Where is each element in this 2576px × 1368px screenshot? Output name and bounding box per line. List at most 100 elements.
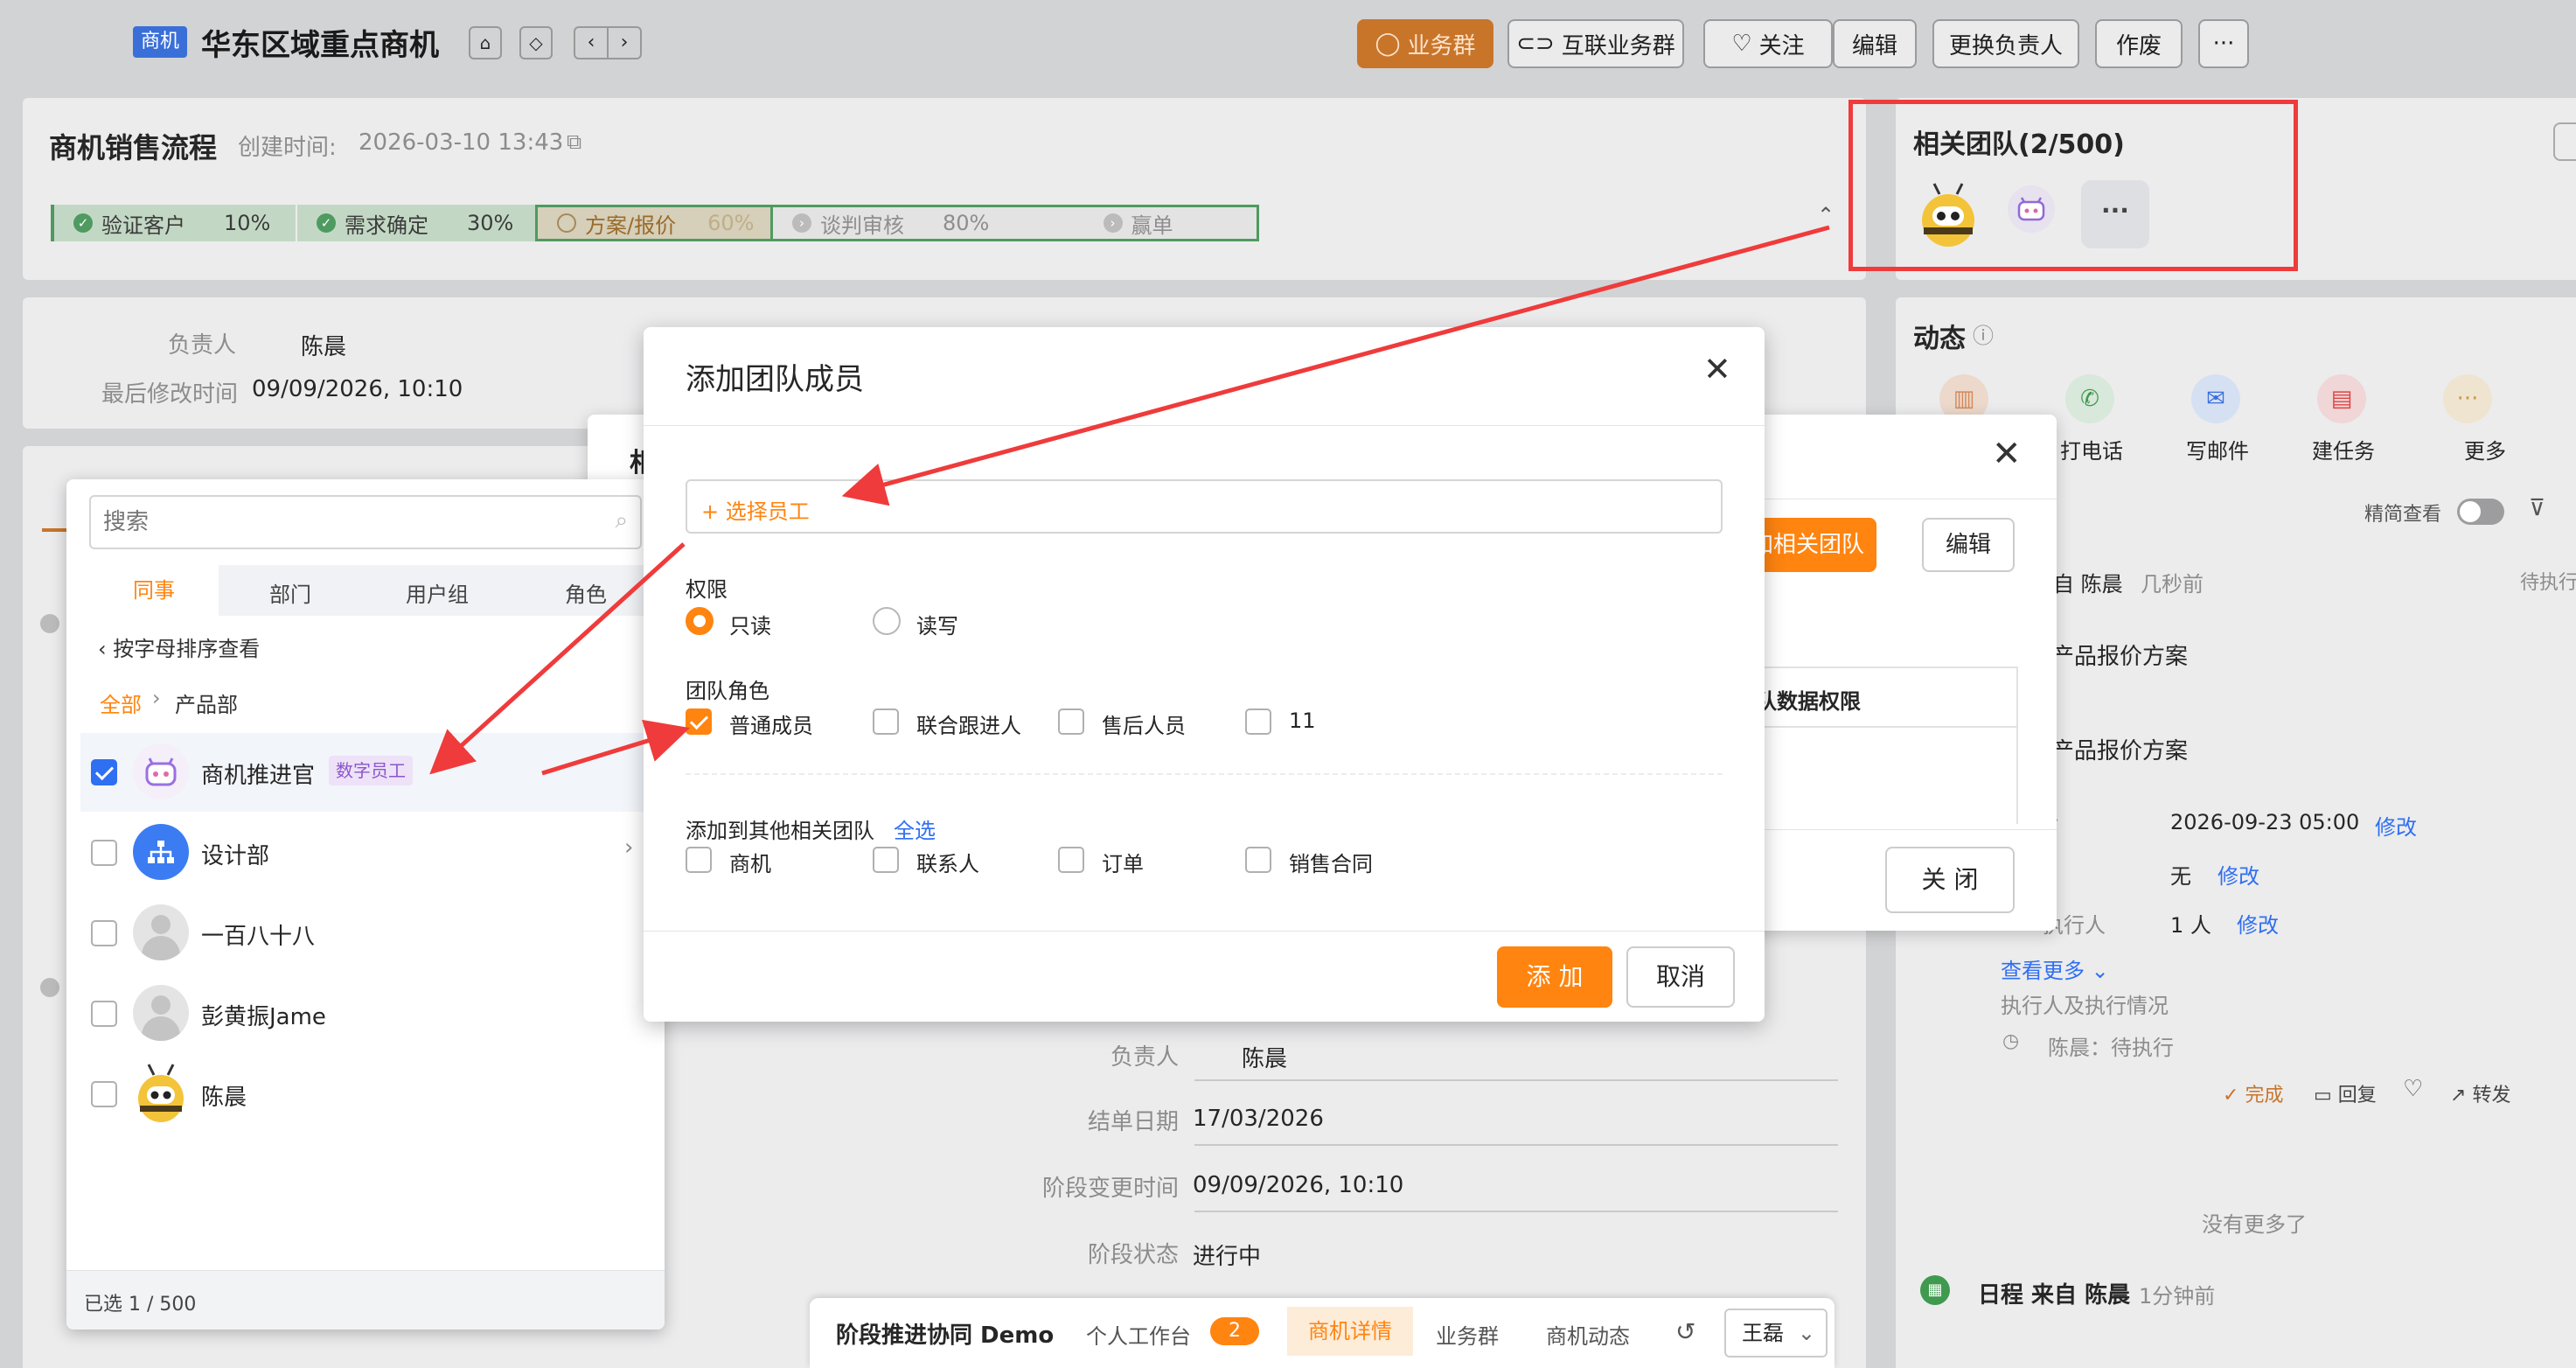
- chevron-left-icon: ‹: [98, 637, 114, 661]
- refresh-icon[interactable]: ↺: [1675, 1317, 1695, 1346]
- tab-roles[interactable]: 角色: [565, 577, 607, 608]
- role-11-checkbox[interactable]: [1245, 708, 1271, 735]
- member-checkbox[interactable]: [91, 920, 117, 946]
- perm-readonly-radio[interactable]: [686, 607, 714, 635]
- forward-button[interactable]: ↗ 转发: [2450, 1079, 2510, 1107]
- list-item[interactable]: 彭黄振Jame: [80, 974, 651, 1053]
- filter-icon[interactable]: ⊽: [2529, 495, 2545, 521]
- more-action-label[interactable]: 更多: [2464, 434, 2506, 464]
- department-icon: [133, 824, 189, 880]
- done-button[interactable]: ✓ 完成: [2223, 1079, 2283, 1107]
- list-item[interactable]: 设计部 ›: [80, 813, 651, 892]
- select-employee-button[interactable]: + 选择员工: [701, 494, 810, 525]
- stage-2[interactable]: ✓ 需求确定 30%: [297, 205, 535, 241]
- add-button[interactable]: 添 加: [1497, 946, 1612, 1008]
- breadcrumb-all[interactable]: 全部: [100, 687, 142, 718]
- stage-1[interactable]: ✓ 验证客户 10%: [51, 205, 296, 241]
- exec-status-label: 执行人及执行情况: [2001, 994, 2169, 1018]
- task-icon[interactable]: ▤: [2317, 374, 2366, 423]
- add-related-team-button[interactable]: 加相关团队: [1747, 518, 1876, 572]
- member-checkbox[interactable]: [91, 840, 117, 866]
- member-checkbox[interactable]: [91, 1001, 117, 1027]
- team-edit-button[interactable]: 编辑: [1922, 518, 2015, 572]
- cancel-button[interactable]: 取消: [1626, 946, 1735, 1008]
- copy-icon[interactable]: ⧉: [567, 129, 581, 154]
- role-member-checkbox[interactable]: [686, 708, 712, 735]
- task-action-label[interactable]: 建任务: [2312, 434, 2375, 464]
- list-item[interactable]: 一百八十八: [80, 894, 651, 973]
- tag-icon[interactable]: ◇: [519, 26, 553, 59]
- phone-icon[interactable]: ✆: [2065, 374, 2114, 423]
- tab-workbench[interactable]: 个人工作台: [1086, 1319, 1191, 1350]
- stage-4[interactable]: › 谈判审核 80%: [773, 205, 1020, 241]
- tab-group[interactable]: 业务群: [1436, 1319, 1499, 1350]
- owner-value: 陈晨: [301, 334, 347, 360]
- user-select[interactable]: 王磊 ⌄: [1724, 1309, 1828, 1358]
- chevron-right-icon[interactable]: ›: [624, 834, 633, 861]
- team-add-button[interactable]: [2553, 122, 2576, 161]
- chevron-down-icon: ⌄: [1797, 1321, 1815, 1345]
- sort-link[interactable]: ‹ 按字母排序查看: [98, 632, 260, 662]
- tab-colleagues[interactable]: 同事: [89, 565, 219, 616]
- stage-5[interactable]: › 赢单: [1020, 205, 1259, 241]
- edit-button[interactable]: 编辑: [1833, 19, 1917, 68]
- more-dots-icon[interactable]: ···: [2443, 374, 2492, 423]
- tab-details[interactable]: 商机详情: [1287, 1307, 1413, 1356]
- other-opportunity-checkbox[interactable]: [686, 847, 712, 873]
- next-record-button[interactable]: ›: [607, 26, 642, 59]
- lock-icon[interactable]: ⌂: [469, 26, 502, 59]
- other-contact-checkbox[interactable]: [873, 847, 899, 873]
- reply-button[interactable]: ▭ 回复: [2314, 1079, 2377, 1107]
- search-input-box[interactable]: ⌕: [89, 495, 642, 549]
- list-item[interactable]: 陈晨: [80, 1055, 651, 1134]
- activity-item-1[interactable]: 产品报价方案: [2051, 639, 2188, 671]
- mail-action-label[interactable]: 写邮件: [2186, 434, 2249, 464]
- select-employee-field[interactable]: + 选择员工: [686, 479, 1723, 534]
- bottom-title: 阶段推进协同 Demo: [836, 1323, 1055, 1349]
- call-action-label[interactable]: 打电话: [2060, 434, 2123, 464]
- biz-group-button[interactable]: ◯ 业务群: [1357, 19, 1493, 68]
- stage-3-current[interactable]: 方案/报价 60%: [535, 205, 773, 241]
- help-icon[interactable]: ⓘ: [1973, 318, 1994, 349]
- modified-value: 09/09/2026, 10:10: [252, 376, 463, 402]
- linked-group-button[interactable]: ⊂⊃ 互联业务群: [1507, 19, 1684, 68]
- tab-dynamics[interactable]: 商机动态: [1546, 1319, 1630, 1350]
- none-modify-link[interactable]: 修改: [2217, 859, 2259, 890]
- see-more-link[interactable]: 查看更多 ⌄: [2001, 953, 2109, 984]
- change-owner-button[interactable]: 更换负责人: [1932, 19, 2079, 68]
- tab-user-groups[interactable]: 用户组: [406, 577, 469, 608]
- close-button[interactable]: 关 闭: [1885, 847, 2015, 913]
- arrow-icon: ›: [1103, 213, 1123, 233]
- deadline-modify-link[interactable]: 修改: [2375, 810, 2417, 841]
- simple-view-toggle[interactable]: [2457, 499, 2504, 525]
- search-icon[interactable]: ⌕: [615, 507, 628, 534]
- more-actions-button[interactable]: ···: [2198, 19, 2249, 68]
- void-button[interactable]: 作废: [2095, 19, 2183, 68]
- other-order-checkbox[interactable]: [1058, 847, 1084, 873]
- search-input[interactable]: [103, 506, 593, 539]
- close-icon[interactable]: ✕: [1992, 434, 2022, 474]
- member-picker: ⌕ 同事 部门 用户组 角色 ‹ 按字母排序查看 全部 › 产品部 商机推进官 …: [66, 479, 665, 1330]
- stage-change-value: 09/09/2026, 10:10: [1193, 1172, 1404, 1198]
- like-icon[interactable]: ♡: [2403, 1076, 2423, 1102]
- prev-record-button[interactable]: ‹: [574, 26, 609, 59]
- mail-icon[interactable]: ✉: [2191, 374, 2240, 423]
- none-value: 无: [2170, 864, 2191, 889]
- collapse-icon[interactable]: ⌃: [1817, 203, 1835, 227]
- list-item[interactable]: 商机推进官 数字员工: [80, 733, 651, 812]
- member-checkbox[interactable]: [91, 1081, 117, 1107]
- other-contract-checkbox[interactable]: [1245, 847, 1271, 873]
- perm-readwrite-radio[interactable]: [873, 607, 901, 635]
- select-all-link[interactable]: 全选: [894, 813, 936, 844]
- member-name: 陈晨: [201, 1085, 247, 1111]
- follow-button[interactable]: ♡ 关注: [1703, 19, 1833, 68]
- role-cofollow-checkbox[interactable]: [873, 708, 899, 735]
- activity-item-2: 产品报价方案: [2051, 738, 2189, 764]
- close-icon[interactable]: ✕: [1703, 350, 1731, 388]
- role-aftersales-checkbox[interactable]: [1058, 708, 1084, 735]
- member-checkbox[interactable]: [91, 759, 117, 785]
- bullet-dot: [40, 978, 59, 997]
- tab-departments[interactable]: 部门: [269, 577, 311, 608]
- circle-icon: [557, 213, 576, 233]
- executor-modify-link[interactable]: 修改: [2237, 908, 2279, 939]
